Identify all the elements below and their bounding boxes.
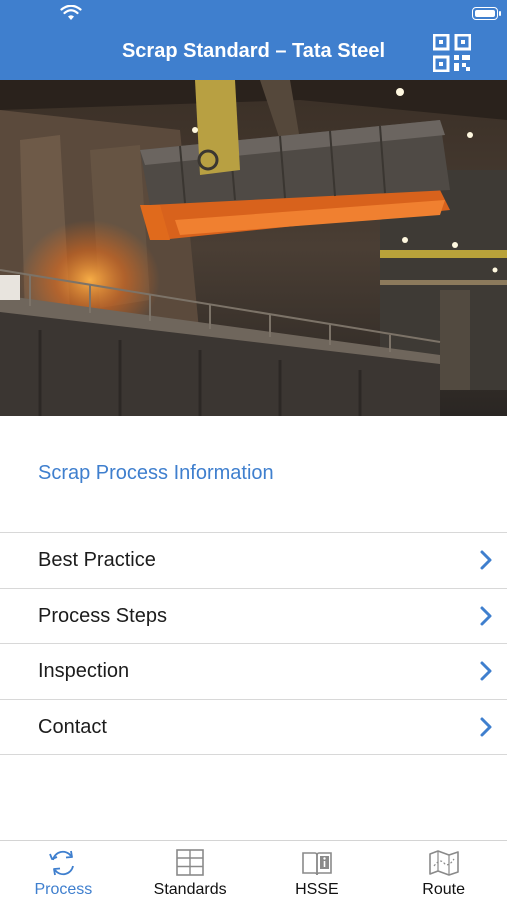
tab-label: HSSE — [295, 881, 339, 898]
menu-item-process-steps[interactable]: Process Steps — [0, 589, 507, 644]
tab-route[interactable]: Route — [380, 841, 507, 900]
section-title: Scrap Process Information — [38, 462, 274, 484]
tab-bar: Process Standards HSSE Route — [0, 840, 507, 900]
tab-standards[interactable]: Standards — [127, 841, 254, 900]
tab-label: Route — [422, 881, 465, 898]
menu-item-label: Best Practice — [38, 549, 156, 571]
tab-hsse[interactable]: HSSE — [254, 841, 381, 900]
tab-process[interactable]: Process — [0, 841, 127, 900]
chevron-right-icon — [480, 550, 492, 570]
menu-item-best-practice[interactable]: Best Practice — [0, 533, 507, 589]
menu-item-label: Contact — [38, 715, 107, 738]
refresh-arrows-icon — [49, 850, 75, 876]
info-book-icon — [302, 852, 332, 876]
navigation-bar: Scrap Standard – Tata Steel — [0, 26, 507, 80]
hero-image — [0, 80, 507, 416]
wifi-icon — [60, 5, 82, 20]
chevron-right-icon — [480, 606, 492, 625]
tab-label: Process — [34, 881, 93, 898]
menu-item-inspection[interactable]: Inspection — [0, 644, 507, 700]
menu-list: Best Practice Process Steps Inspection C… — [0, 532, 507, 755]
menu-item-contact[interactable]: Contact — [0, 700, 507, 755]
grid-table-icon — [176, 849, 204, 876]
qr-code-icon[interactable] — [433, 34, 471, 72]
status-bar — [0, 0, 507, 26]
map-icon — [428, 850, 459, 876]
chevron-right-icon — [480, 661, 492, 681]
page-title: Scrap Standard – Tata Steel — [121, 40, 386, 62]
tab-label: Standards — [153, 881, 227, 898]
menu-item-label: Inspection — [38, 660, 130, 682]
menu-item-label: Process Steps — [38, 604, 167, 627]
battery-icon — [472, 7, 501, 20]
chevron-right-icon — [480, 717, 492, 736]
